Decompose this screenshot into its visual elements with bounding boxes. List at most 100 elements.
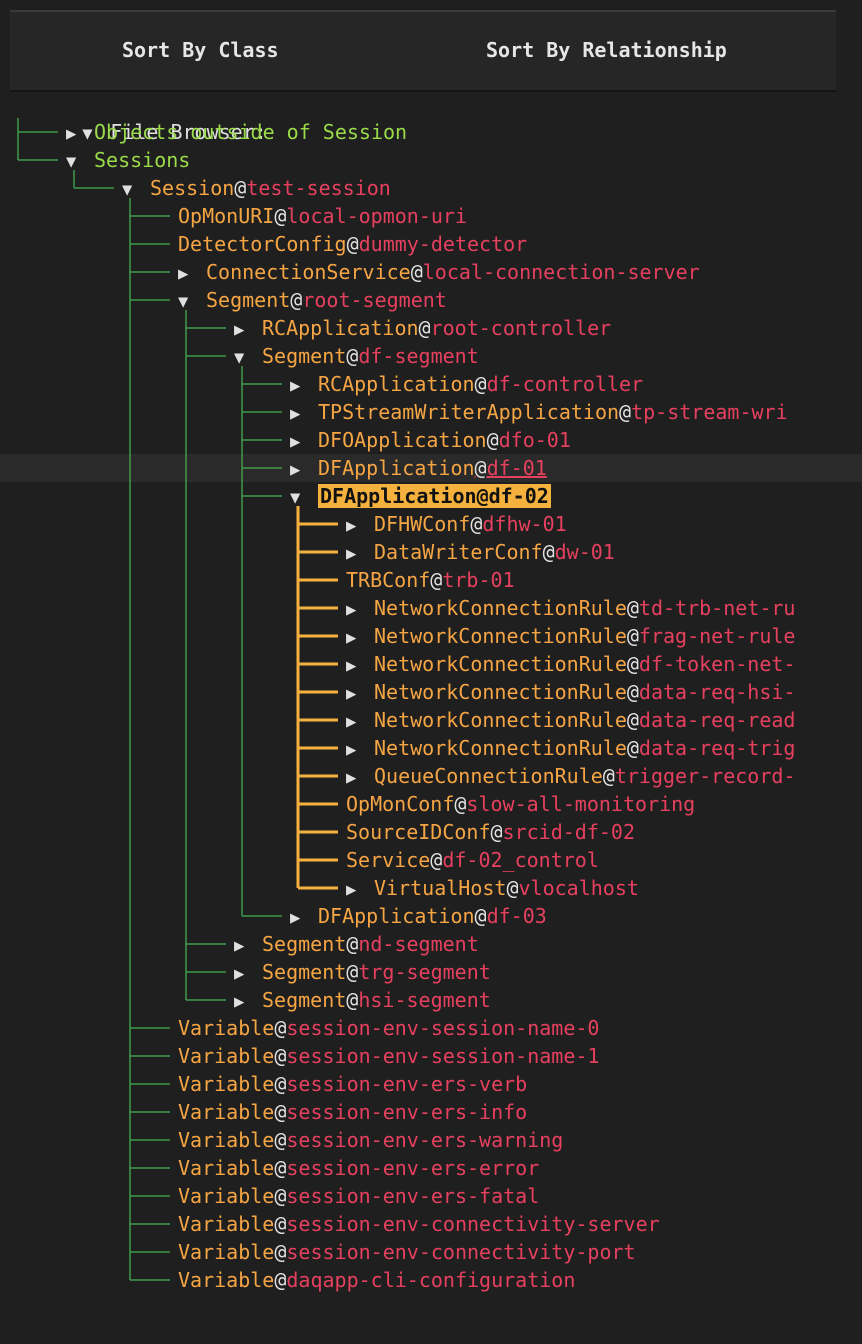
- triangle-down-icon[interactable]: ▼: [122, 176, 150, 204]
- triangle-right-icon[interactable]: ▶: [346, 596, 374, 624]
- triangle-right-icon[interactable]: ▶: [66, 120, 94, 148]
- tree-node[interactable]: ▶ Segment@nd-segment: [234, 930, 479, 960]
- tree-node[interactable]: OpMonConf@slow-all-monitoring: [346, 790, 695, 818]
- triangle-right-icon[interactable]: ▶: [290, 456, 318, 484]
- tree-node[interactable]: Variable@session-env-ers-warning: [178, 1126, 563, 1154]
- tree-row[interactable]: ▼ DFApplication@df-02: [0, 482, 862, 510]
- tree-node[interactable]: DetectorConfig@dummy-detector: [178, 230, 527, 258]
- tree-node[interactable]: Service@df-02_control: [346, 846, 599, 874]
- tree-row[interactable]: ▶ VirtualHost@vlocalhost: [0, 874, 862, 902]
- tree-node[interactable]: ▶ NetworkConnectionRule@frag-net-rule: [346, 622, 795, 652]
- tree-node[interactable]: OpMonURI@local-opmon-uri: [178, 202, 467, 230]
- tree-node[interactable]: ▶ Segment@hsi-segment: [234, 986, 491, 1016]
- triangle-right-icon[interactable]: ▶: [234, 988, 262, 1016]
- triangle-right-icon[interactable]: ▶: [290, 904, 318, 932]
- tree-node[interactable]: Variable@session-env-ers-info: [178, 1098, 527, 1126]
- tree-node[interactable]: ▼ Segment@root-segment: [178, 286, 447, 316]
- triangle-right-icon[interactable]: ▶: [346, 736, 374, 764]
- tree-node[interactable]: ▶ Objects outside of Session: [66, 118, 407, 148]
- tree-node[interactable]: ▶ DFOApplication@dfo-01: [290, 426, 571, 456]
- tree-node[interactable]: Variable@session-env-ers-fatal: [178, 1182, 539, 1210]
- triangle-right-icon[interactable]: ▶: [346, 540, 374, 568]
- tree-row[interactable]: ▶ NetworkConnectionRule@data-req-trig: [0, 734, 862, 762]
- triangle-right-icon[interactable]: ▶: [346, 512, 374, 540]
- tree-row[interactable]: ▶ NetworkConnectionRule@df-token-net-: [0, 650, 862, 678]
- triangle-right-icon[interactable]: ▶: [290, 428, 318, 456]
- triangle-right-icon[interactable]: ▶: [346, 680, 374, 708]
- tree-row[interactable]: ▶ Segment@nd-segment: [0, 930, 862, 958]
- triangle-right-icon[interactable]: ▶: [346, 876, 374, 904]
- triangle-right-icon[interactable]: ▶: [178, 260, 206, 288]
- triangle-down-icon[interactable]: ▼: [234, 344, 262, 372]
- tree-node[interactable]: ▶ NetworkConnectionRule@data-req-read: [346, 706, 795, 736]
- tree-node[interactable]: Variable@session-env-session-name-0: [178, 1014, 599, 1042]
- tree-node[interactable]: ▶ NetworkConnectionRule@td-trb-net-ru: [346, 594, 795, 624]
- tree-row[interactable]: Variable@session-env-ers-warning: [0, 1126, 862, 1154]
- tree-node[interactable]: ▶ DataWriterConf@dw-01: [346, 538, 615, 568]
- triangle-right-icon[interactable]: ▶: [234, 932, 262, 960]
- tree-row[interactable]: ▶ TPStreamWriterApplication@tp-stream-wri: [0, 398, 862, 426]
- tree-row[interactable]: ▶ NetworkConnectionRule@frag-net-rule: [0, 622, 862, 650]
- triangle-down-icon[interactable]: ▼: [66, 148, 94, 176]
- tree-row[interactable]: TRBConf@trb-01: [0, 566, 862, 594]
- tree-row[interactable]: OpMonConf@slow-all-monitoring: [0, 790, 862, 818]
- tree-row[interactable]: ▶ ConnectionService@local-connection-serv…: [0, 258, 862, 286]
- tree-node[interactable]: ▶ DFApplication@df-01: [290, 454, 547, 484]
- tree-node[interactable]: ▼ Sessions: [66, 146, 190, 176]
- tree-node[interactable]: TRBConf@trb-01: [346, 566, 515, 594]
- tree-node[interactable]: ▶ ConnectionService@local-connection-serv…: [178, 258, 700, 288]
- tree-row[interactable]: ▶ RCApplication@df-controller: [0, 370, 862, 398]
- tree-row[interactable]: Variable@session-env-ers-fatal: [0, 1182, 862, 1210]
- tree-row[interactable]: ▶ QueueConnectionRule@trigger-record-: [0, 762, 862, 790]
- tree-row[interactable]: OpMonURI@local-opmon-uri: [0, 202, 862, 230]
- tree-row[interactable]: ▶ DataWriterConf@dw-01: [0, 538, 862, 566]
- tree-row[interactable]: Service@df-02_control: [0, 846, 862, 874]
- tree-node[interactable]: ▶ TPStreamWriterApplication@tp-stream-wri: [290, 398, 788, 428]
- tree-node[interactable]: ▶ NetworkConnectionRule@data-req-hsi-: [346, 678, 795, 708]
- tree-row[interactable]: ▶ Segment@hsi-segment: [0, 986, 862, 1014]
- triangle-right-icon[interactable]: ▶: [290, 372, 318, 400]
- tree-node[interactable]: ▼ Segment@df-segment: [234, 342, 479, 372]
- tree-row[interactable]: ▶ DFApplication@df-01: [0, 454, 862, 482]
- triangle-down-icon[interactable]: ▼: [178, 288, 206, 316]
- tree-row[interactable]: ▶ Segment@trg-segment: [0, 958, 862, 986]
- tree-node[interactable]: ▶ DFApplication@df-03: [290, 902, 547, 932]
- tree-node[interactable]: ▶ QueueConnectionRule@trigger-record-: [346, 762, 795, 792]
- tree-node[interactable]: Variable@session-env-ers-error: [178, 1154, 539, 1182]
- triangle-right-icon[interactable]: ▶: [346, 708, 374, 736]
- tree-row[interactable]: SourceIDConf@srcid-df-02: [0, 818, 862, 846]
- triangle-right-icon[interactable]: ▶: [346, 624, 374, 652]
- tree-row[interactable]: ▼ Segment@root-segment: [0, 286, 862, 314]
- triangle-down-icon[interactable]: ▼: [290, 484, 318, 512]
- tree-row[interactable]: ▶ DFOApplication@dfo-01: [0, 426, 862, 454]
- tree-row[interactable]: Variable@session-env-ers-info: [0, 1098, 862, 1126]
- tree-row[interactable]: ▼ Segment@df-segment: [0, 342, 862, 370]
- tree-node[interactable]: ▶ RCApplication@df-controller: [290, 370, 643, 400]
- tree-node[interactable]: ▶ Segment@trg-segment: [234, 958, 491, 988]
- tree-row[interactable]: ▶ RCApplication@root-controller: [0, 314, 862, 342]
- tree-row[interactable]: Variable@session-env-ers-error: [0, 1154, 862, 1182]
- tree-row[interactable]: Variable@session-env-ers-verb: [0, 1070, 862, 1098]
- tree-row[interactable]: ▶ DFHWConf@dfhw-01: [0, 510, 862, 538]
- tree-node[interactable]: ▶ NetworkConnectionRule@data-req-trig: [346, 734, 795, 764]
- tree-root[interactable]: ▼ File Browser:: [0, 90, 862, 144]
- tree-row[interactable]: Variable@session-env-session-name-0: [0, 1014, 862, 1042]
- tree-node[interactable]: ▶ NetworkConnectionRule@df-token-net-: [346, 650, 795, 680]
- tree-row[interactable]: ▶ Objects outside of Session: [0, 118, 862, 146]
- tree-row[interactable]: ▶ NetworkConnectionRule@td-trb-net-ru: [0, 594, 862, 622]
- tree-node[interactable]: Variable@session-env-session-name-1: [178, 1042, 599, 1070]
- tree-node[interactable]: Variable@session-env-ers-verb: [178, 1070, 527, 1098]
- tree-row[interactable]: ▼ Sessions: [0, 146, 862, 174]
- triangle-right-icon[interactable]: ▶: [346, 652, 374, 680]
- tree-row[interactable]: Variable@daqapp-cli-configuration: [0, 1266, 862, 1294]
- tree-node[interactable]: ▶ RCApplication@root-controller: [234, 314, 611, 344]
- tree-row[interactable]: ▶ NetworkConnectionRule@data-req-hsi-: [0, 678, 862, 706]
- tree-row[interactable]: ▼ Session@test-session: [0, 174, 862, 202]
- tree-node[interactable]: ▶ DFHWConf@dfhw-01: [346, 510, 567, 540]
- tree-row[interactable]: Variable@session-env-session-name-1: [0, 1042, 862, 1070]
- tree-node[interactable]: SourceIDConf@srcid-df-02: [346, 818, 635, 846]
- tree-row[interactable]: Variable@session-env-connectivity-server: [0, 1210, 862, 1238]
- triangle-right-icon[interactable]: ▶: [290, 400, 318, 428]
- tree-row[interactable]: ▶ DFApplication@df-03: [0, 902, 862, 930]
- tree-node[interactable]: Variable@session-env-connectivity-port: [178, 1238, 636, 1266]
